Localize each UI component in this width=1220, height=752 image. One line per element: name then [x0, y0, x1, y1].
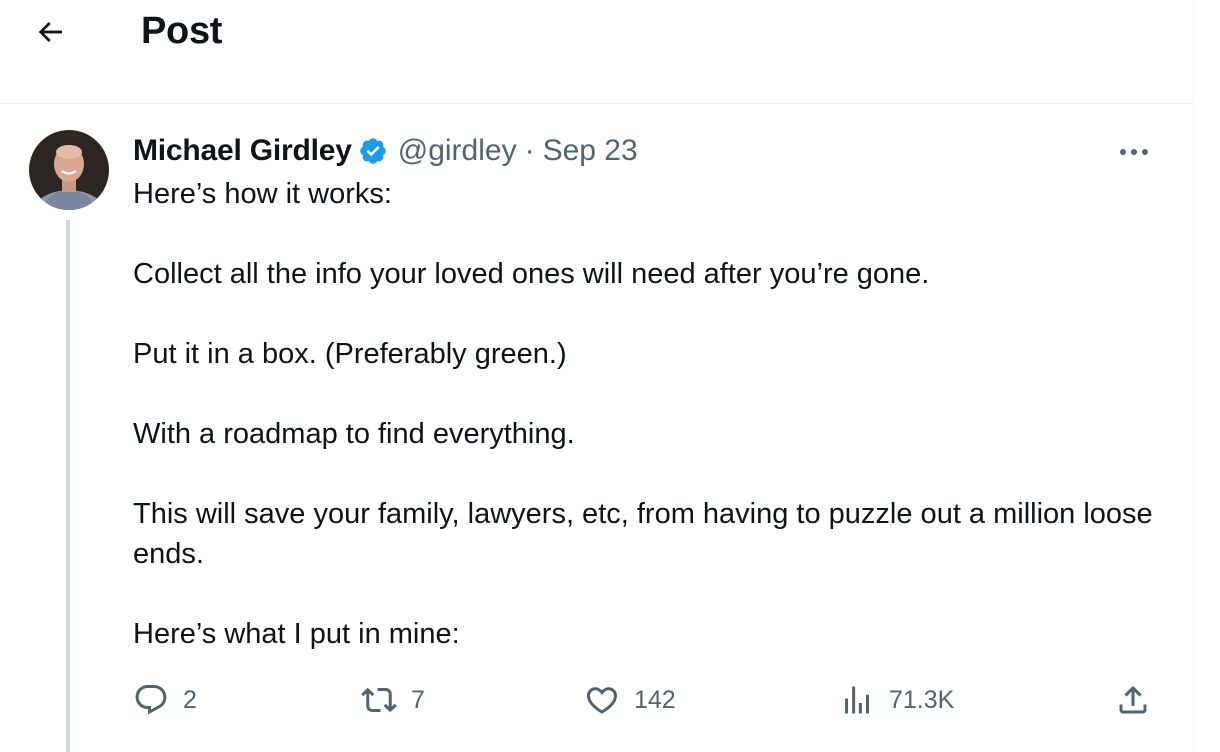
author-name[interactable]: Michael Girdley [133, 134, 352, 168]
reply-button[interactable]: 2 [133, 680, 197, 720]
views-button[interactable]: 71.3K [839, 680, 954, 720]
tweet-paragraph: With a roadmap to find everything. [133, 418, 575, 450]
repost-count: 7 [411, 685, 425, 714]
tweet-paragraph: This will save your family, lawyers, etc… [133, 498, 1153, 570]
author-handle[interactable]: @girdley [398, 134, 517, 168]
repost-arrows-icon [361, 687, 397, 713]
views-count: 71.3K [889, 685, 955, 714]
bar-chart-icon [845, 686, 869, 714]
post-header: Post [0, 0, 1194, 104]
reply-bubble-icon [135, 685, 167, 715]
page-title: Post [141, 10, 223, 52]
tweet-text: Here’s how it works: Collect all the inf… [133, 174, 1153, 654]
share-upload-icon [1119, 685, 1147, 714]
heart-icon [586, 687, 618, 714]
tweet-paragraph: Here’s what I put in mine: [133, 618, 460, 650]
more-dots-icon [1120, 149, 1148, 155]
tweet-paragraph: Here’s how it works: [133, 178, 392, 210]
meta-separator: · [524, 134, 535, 167]
more-options-button[interactable] [1112, 134, 1156, 170]
like-count: 142 [634, 685, 676, 714]
author-row: Michael Girdley @girdley · Sep 23 [133, 132, 638, 170]
avatar[interactable] [29, 130, 109, 210]
tweet-paragraph: Put it in a box. (Preferably green.) [133, 338, 567, 370]
reply-count: 2 [183, 685, 197, 714]
action-bar: 2 7 142 71.3K [0, 680, 1194, 720]
back-button[interactable] [22, 8, 78, 56]
tweet-paragraph: Collect all the info your loved ones wil… [133, 258, 930, 290]
repost-button[interactable]: 7 [361, 680, 425, 720]
post-date[interactable]: Sep 23 [543, 134, 638, 168]
share-button[interactable] [1115, 680, 1151, 720]
like-button[interactable]: 142 [584, 680, 676, 720]
arrow-left-icon [38, 22, 62, 42]
column-divider [1193, 0, 1194, 752]
thread-connector-line [66, 220, 70, 752]
verified-badge-icon[interactable] [358, 136, 388, 166]
